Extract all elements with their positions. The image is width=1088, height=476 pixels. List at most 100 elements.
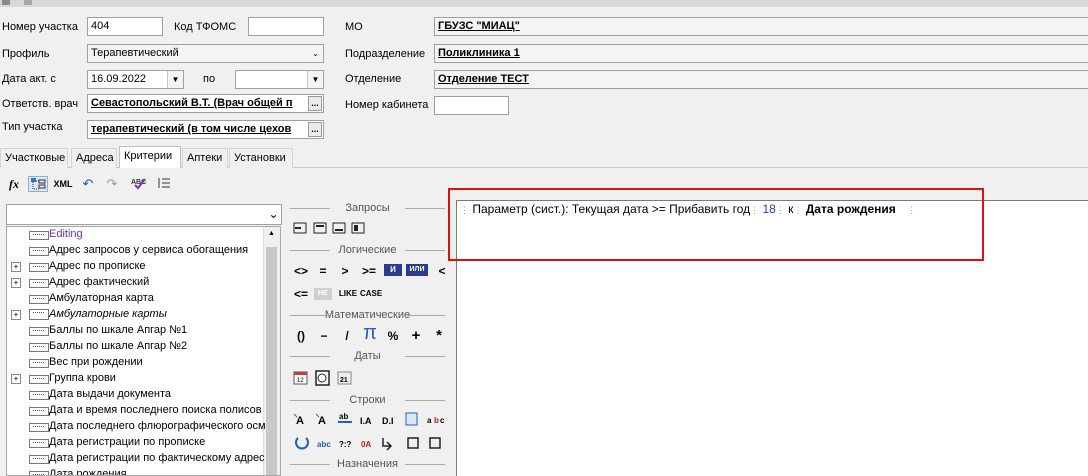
- svg-text:21: 21: [340, 377, 348, 384]
- tree-scrollbar[interactable]: ▲: [263, 227, 280, 475]
- tree-item[interactable]: + Группа крови: [7, 370, 263, 386]
- tree-item[interactable]: Дата последнего флюрографического осм: [7, 418, 266, 434]
- otdel-label: Отделение: [345, 73, 402, 85]
- op-multiply[interactable]: *: [429, 327, 449, 345]
- tree-item[interactable]: Дата и время последнего поиска полисов: [7, 402, 263, 418]
- tree-item-label: Баллы по шкале Апгар №2: [49, 340, 188, 352]
- date-buttons[interactable]: 12 21: [292, 369, 362, 387]
- expand-icon[interactable]: +: [11, 262, 21, 272]
- section-assign-label: Назначения: [337, 458, 398, 470]
- queries-buttons: [292, 219, 372, 237]
- chevron-down-icon[interactable]: ⌄: [308, 45, 323, 62]
- tree-item[interactable]: Адрес запросов у сервиса обогащения: [7, 242, 263, 258]
- section-logic-label: Логические: [338, 244, 397, 256]
- expand-icon[interactable]: +: [11, 374, 21, 384]
- op-like[interactable]: LIKE: [337, 285, 359, 303]
- podr-field[interactable]: Поликлиника 1: [434, 44, 1088, 63]
- field-icon: [29, 247, 49, 256]
- tree-item[interactable]: Баллы по шкале Апгар №1: [7, 322, 263, 338]
- op-greater[interactable]: >: [335, 262, 355, 280]
- svg-text:0A: 0A: [361, 440, 371, 449]
- tab-ustanovki[interactable]: Установки: [229, 148, 293, 168]
- op-pi[interactable]: π: [360, 323, 380, 343]
- highlight-box: [448, 188, 984, 261]
- cabinet-input[interactable]: [434, 96, 509, 115]
- chevron-down-icon[interactable]: ⌄: [266, 205, 281, 224]
- tree-item-label: Баллы по шкале Апгар №1: [49, 324, 188, 336]
- scroll-up-icon[interactable]: ▲: [268, 230, 275, 237]
- op-plus[interactable]: +: [406, 327, 426, 345]
- tree-item-label: Амбулаторная карта: [49, 292, 154, 304]
- doctor-ellipsis-button[interactable]: ...: [308, 96, 322, 111]
- tree-item[interactable]: Дата регистрации по фактическому адрес: [7, 450, 265, 466]
- section-queries-label: Запросы: [345, 202, 390, 214]
- window-icon: [2, 0, 10, 5]
- section-dates-label: Даты: [354, 350, 381, 362]
- fx-button[interactable]: fx: [6, 176, 22, 192]
- date-from-input[interactable]: 16.09.2022 ▼: [87, 70, 184, 89]
- tree-item[interactable]: Дата рождения: [7, 466, 263, 476]
- svg-text:abc: abc: [317, 440, 331, 449]
- svg-text:b: b: [434, 416, 439, 425]
- tree-item-label: Дата регистрации по прописке: [49, 436, 206, 448]
- expand-icon[interactable]: +: [11, 278, 21, 288]
- string-buttons[interactable]: A A ab I.A D.I abc abc ?:? 0A: [292, 410, 452, 456]
- op-parens[interactable]: (): [291, 327, 311, 345]
- tree-item-label: Дата рождения: [49, 468, 127, 476]
- tree-item-label: Вес при рождении: [49, 356, 143, 368]
- window-top-strip: [0, 0, 1088, 7]
- op-greater-equal[interactable]: >=: [359, 262, 379, 280]
- field-icon: [29, 439, 49, 448]
- tree-item-label: Дата регистрации по фактическому адрес: [49, 452, 265, 464]
- uchastok-input[interactable]: 404: [87, 17, 163, 36]
- op-or[interactable]: ИЛИ: [406, 264, 428, 276]
- type-field[interactable]: терапевтический (в том числе цехов ...: [87, 120, 324, 139]
- tree-item[interactable]: Дата выдачи документа: [7, 386, 263, 402]
- field-category-select[interactable]: ⌄: [6, 204, 282, 225]
- tree-item[interactable]: Амбулаторная карта: [7, 290, 263, 306]
- otdel-field[interactable]: Отделение ТЕСТ: [434, 70, 1088, 89]
- doctor-field[interactable]: Севастопольский В.Т. (Врач общей п ...: [87, 94, 324, 113]
- expand-icon[interactable]: +: [11, 310, 21, 320]
- mo-field[interactable]: ГБУЗС "МИАЦ": [434, 17, 1088, 36]
- field-icon: [29, 295, 49, 304]
- op-and[interactable]: И: [384, 264, 402, 276]
- field-icon: [29, 391, 49, 400]
- tab-kriterii[interactable]: Критерии: [119, 146, 181, 168]
- date-from-dropdown-icon[interactable]: ▼: [167, 71, 183, 88]
- tree-item[interactable]: Editing: [7, 227, 263, 242]
- op-case[interactable]: CASE: [360, 285, 382, 303]
- tab-uchastkovye[interactable]: Участковые: [0, 148, 68, 168]
- tab-adresa[interactable]: Адреса: [71, 148, 117, 168]
- date-to-input[interactable]: ▼: [235, 70, 324, 89]
- xml-button[interactable]: XML: [53, 176, 73, 192]
- op-not-equal[interactable]: <>: [291, 262, 311, 280]
- op-equal[interactable]: =: [313, 262, 333, 280]
- tree-view-icon[interactable]: [28, 176, 48, 192]
- svg-text:?:?: ?:?: [339, 440, 352, 449]
- op-less[interactable]: <: [432, 262, 452, 280]
- uchastok-label: Номер участка: [2, 21, 78, 33]
- tree-item[interactable]: + Адрес по прописке: [7, 258, 263, 274]
- redo-icon[interactable]: ↷: [104, 176, 120, 192]
- op-minus[interactable]: −: [314, 327, 334, 345]
- tree-scroll-thumb[interactable]: [266, 247, 277, 475]
- tree-item[interactable]: Вес при рождении: [7, 354, 263, 370]
- date-to-dropdown-icon[interactable]: ▼: [307, 71, 323, 88]
- profile-select[interactable]: Терапевтический ⌄: [87, 44, 324, 63]
- list-icon[interactable]: [156, 176, 172, 192]
- op-less-equal[interactable]: <=: [291, 285, 311, 303]
- tfoms-input[interactable]: [248, 17, 324, 36]
- op-divide[interactable]: /: [337, 327, 357, 345]
- op-not[interactable]: НЕ: [314, 288, 332, 300]
- tree-item[interactable]: Дата регистрации по прописке: [7, 434, 263, 450]
- op-percent[interactable]: %: [383, 327, 403, 345]
- undo-icon[interactable]: ↶: [80, 176, 96, 192]
- tree-item[interactable]: + Адрес фактический: [7, 274, 263, 290]
- tree-item[interactable]: Баллы по шкале Апгар №2: [7, 338, 263, 354]
- type-ellipsis-button[interactable]: ...: [308, 122, 322, 137]
- tab-apteki[interactable]: Аптеки: [182, 148, 228, 168]
- tree-item[interactable]: + Амбулаторные карты: [7, 306, 263, 322]
- fields-tree[interactable]: ▲ Editing Адрес запросов у сервиса обогащ…: [6, 226, 281, 476]
- check-spelling-icon[interactable]: ABC: [130, 176, 148, 192]
